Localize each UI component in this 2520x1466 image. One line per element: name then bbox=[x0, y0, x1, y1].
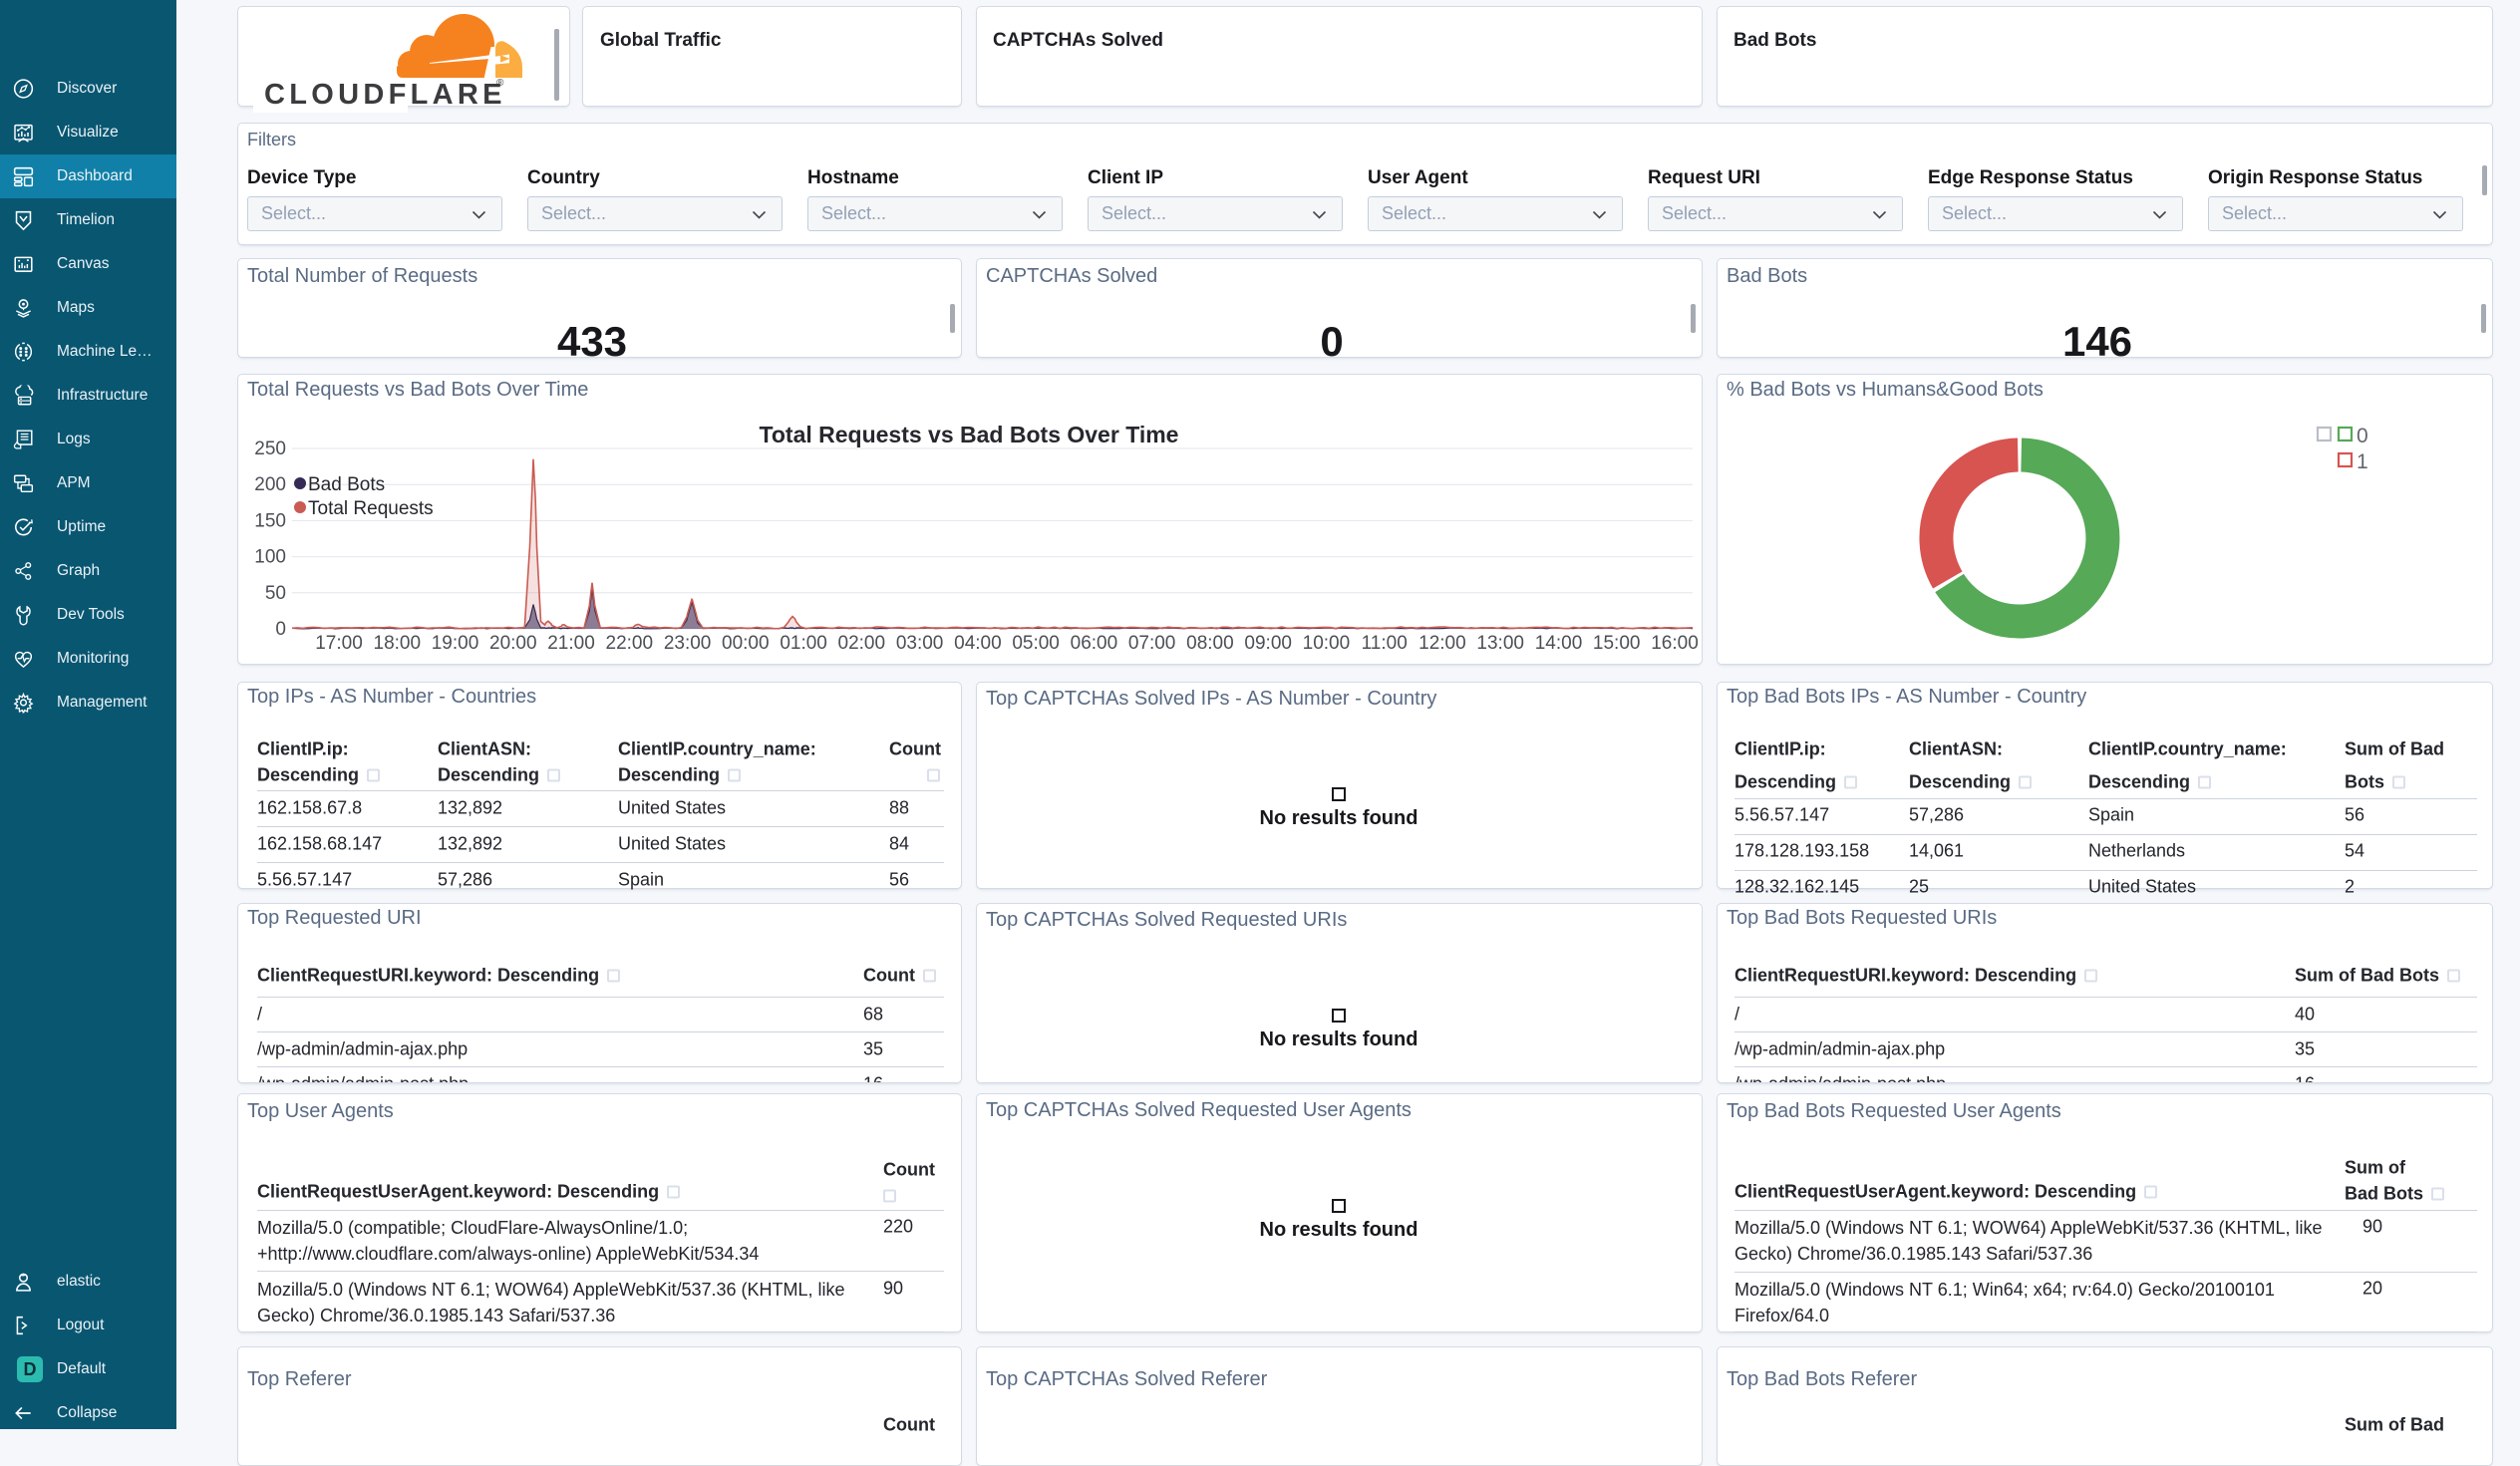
svg-text:1: 1 bbox=[2357, 450, 2368, 473]
svg-text:0: 0 bbox=[2357, 425, 2368, 447]
